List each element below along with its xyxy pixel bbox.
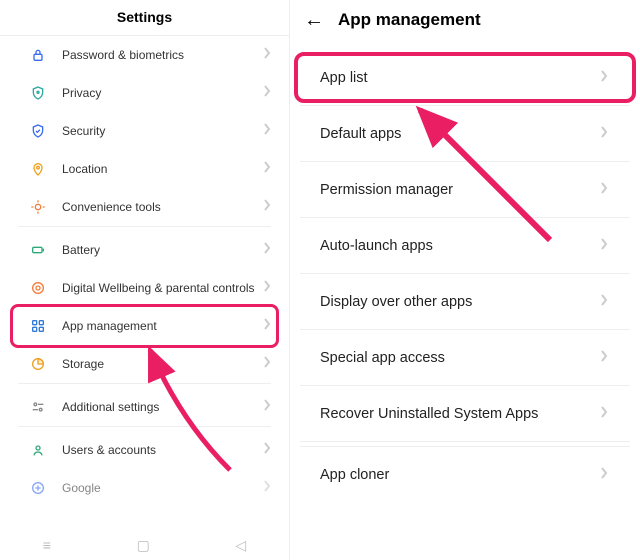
- settings-item-security[interactable]: Security: [0, 112, 289, 150]
- chevron-right-icon: [263, 84, 271, 102]
- chevron-right-icon: [600, 125, 608, 143]
- chevron-right-icon: [263, 241, 271, 259]
- settings-item-digital-wellbeing[interactable]: Digital Wellbeing & parental controls: [0, 269, 289, 307]
- app-management-item-label: Permission manager: [320, 182, 600, 198]
- chevron-right-icon: [263, 398, 271, 416]
- wellbeing-icon: [28, 280, 48, 296]
- settings-item-convenience-tools[interactable]: Convenience tools: [0, 188, 289, 226]
- shield-key-icon: [28, 85, 48, 101]
- settings-item-location[interactable]: Location: [0, 150, 289, 188]
- chevron-right-icon: [600, 293, 608, 311]
- chevron-right-icon: [600, 349, 608, 367]
- back-button[interactable]: ◁: [235, 537, 246, 554]
- settings-item-password-biometrics[interactable]: Password & biometrics: [0, 36, 289, 74]
- android-navbar: ≡ ▢ ◁: [0, 530, 289, 560]
- chevron-right-icon: [600, 405, 608, 423]
- settings-item-label: Google: [62, 481, 263, 495]
- app-management-item-display-over-other-apps[interactable]: Display over other apps: [300, 274, 630, 330]
- chevron-right-icon: [600, 237, 608, 255]
- app-management-item-label: Recover Uninstalled System Apps: [320, 406, 600, 422]
- app-management-item-recover-uninstalled[interactable]: Recover Uninstalled System Apps: [300, 386, 630, 442]
- lock-icon: [28, 47, 48, 63]
- settings-item-storage[interactable]: Storage: [0, 345, 289, 383]
- settings-item-google[interactable]: Google: [0, 469, 289, 507]
- app-management-item-label: Display over other apps: [320, 294, 600, 310]
- app-management-item-label: Default apps: [320, 126, 600, 142]
- chevron-right-icon: [263, 479, 271, 497]
- settings-title: Settings: [0, 0, 289, 36]
- settings-item-label: Location: [62, 162, 263, 176]
- location-icon: [28, 161, 48, 177]
- settings-item-label: Battery: [62, 243, 263, 257]
- tools-icon: [28, 199, 48, 215]
- settings-item-label: Security: [62, 124, 263, 138]
- chevron-right-icon: [600, 69, 608, 87]
- storage-icon: [28, 356, 48, 372]
- app-management-item-default-apps[interactable]: Default apps: [300, 106, 630, 162]
- apps-icon: [28, 318, 48, 334]
- app-management-item-auto-launch-apps[interactable]: Auto-launch apps: [300, 218, 630, 274]
- settings-item-app-management[interactable]: App management: [0, 307, 289, 345]
- chevron-right-icon: [600, 181, 608, 199]
- chevron-right-icon: [263, 441, 271, 459]
- app-management-item-app-cloner[interactable]: App cloner: [300, 446, 630, 502]
- settings-item-privacy[interactable]: Privacy: [0, 74, 289, 112]
- chevron-right-icon: [263, 122, 271, 140]
- settings-item-label: Digital Wellbeing & parental controls: [62, 281, 263, 295]
- app-management-item-label: Special app access: [320, 350, 600, 366]
- settings-item-label: Additional settings: [62, 400, 263, 414]
- app-management-pane: ← App management App list Default apps P…: [290, 0, 640, 560]
- chevron-right-icon: [263, 160, 271, 178]
- settings-list: Password & biometrics Privacy Security L…: [0, 36, 289, 530]
- settings-item-label: Storage: [62, 357, 263, 371]
- back-arrow-icon[interactable]: ←: [304, 10, 324, 30]
- chevron-right-icon: [263, 355, 271, 373]
- app-management-item-label: App list: [320, 70, 600, 86]
- home-button[interactable]: ▢: [137, 537, 150, 554]
- sliders-icon: [28, 399, 48, 415]
- app-management-item-permission-manager[interactable]: Permission manager: [300, 162, 630, 218]
- settings-item-label: Privacy: [62, 86, 263, 100]
- page-title: App management: [338, 10, 481, 30]
- app-management-item-app-list[interactable]: App list: [300, 50, 630, 106]
- app-management-item-label: Auto-launch apps: [320, 238, 600, 254]
- app-management-header: ← App management: [290, 0, 640, 44]
- google-icon: [28, 480, 48, 496]
- chevron-right-icon: [263, 46, 271, 64]
- user-icon: [28, 442, 48, 458]
- chevron-right-icon: [263, 198, 271, 216]
- settings-item-additional-settings[interactable]: Additional settings: [0, 388, 289, 426]
- chevron-right-icon: [263, 317, 271, 335]
- chevron-right-icon: [600, 466, 608, 484]
- shield-check-icon: [28, 123, 48, 139]
- recent-apps-button[interactable]: ≡: [43, 537, 51, 553]
- settings-item-battery[interactable]: Battery: [0, 231, 289, 269]
- chevron-right-icon: [263, 279, 271, 297]
- app-management-item-special-app-access[interactable]: Special app access: [300, 330, 630, 386]
- settings-item-label: Password & biometrics: [62, 48, 263, 62]
- settings-item-label: Users & accounts: [62, 443, 263, 457]
- settings-item-label: Convenience tools: [62, 200, 263, 214]
- settings-item-users-accounts[interactable]: Users & accounts: [0, 431, 289, 469]
- settings-pane: Settings Password & biometrics Privacy S…: [0, 0, 290, 560]
- settings-item-label: App management: [62, 319, 263, 333]
- battery-icon: [28, 242, 48, 258]
- app-management-item-label: App cloner: [320, 467, 600, 483]
